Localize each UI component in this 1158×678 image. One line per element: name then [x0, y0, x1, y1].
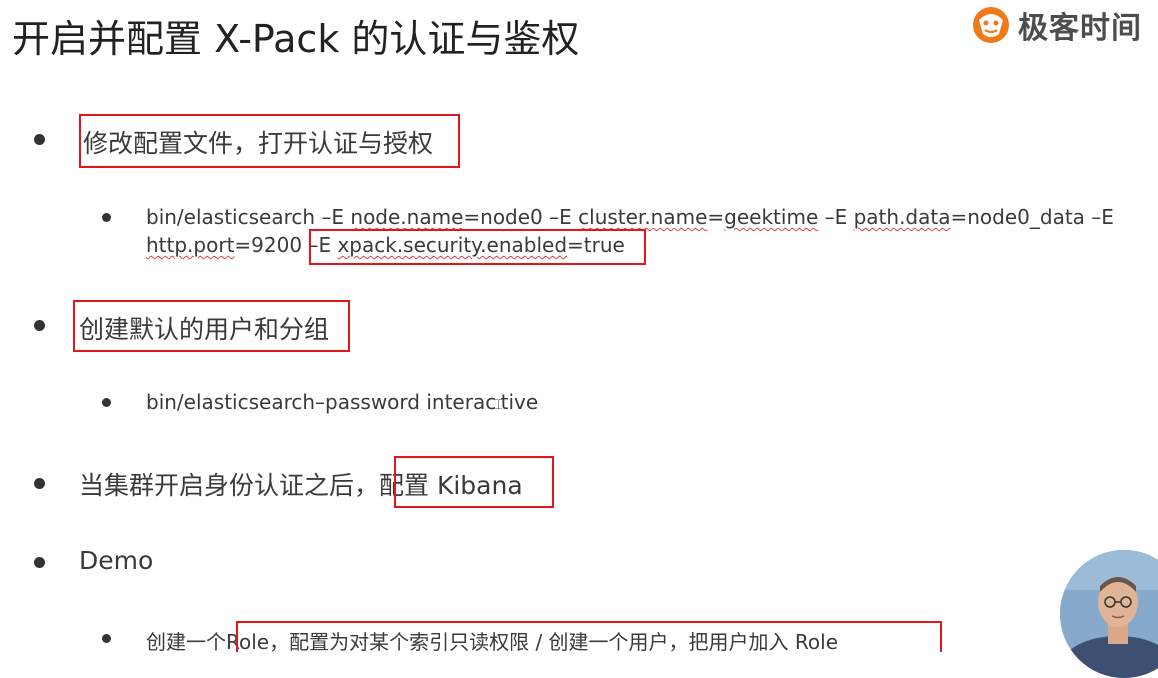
bullet-marker — [34, 478, 45, 489]
logo-text: 极客时间 — [1018, 11, 1142, 46]
sub-item-1-line-2: http.port=9200 –E xpack.security.enabled… — [146, 233, 625, 257]
bullet-item-3: 当集群开启身份认证之后，配置 Kibana — [79, 471, 523, 500]
bullet-item-1: 修改配置文件，打开认证与授权 — [83, 129, 434, 158]
bullet-marker — [34, 320, 45, 331]
presenter-avatar-icon — [1060, 550, 1158, 678]
bullet-marker — [34, 557, 45, 568]
geektime-logo-icon — [973, 7, 1009, 43]
sub-bullet-marker — [102, 213, 111, 222]
sub-bullet-marker — [102, 398, 111, 407]
bullet-item-2: 创建默认的用户和分组 — [79, 315, 330, 344]
sub-bullet-marker — [102, 634, 111, 643]
sub-item-2: bin/elasticsearch–password interac⌶tive — [146, 390, 539, 414]
bullet-marker — [34, 134, 45, 145]
sub-item-1-line-1: bin/elasticsearch –E node.name=node0 –E … — [146, 205, 1114, 229]
bullet-item-4: Demo — [79, 546, 154, 575]
slide-title: 开启并配置 X-Pack 的认证与鉴权 — [12, 17, 580, 61]
sub-item-4: 创建一个Role，配置为对某个索引只读权限 / 创建一个用户，把用户加入 Rol… — [146, 630, 839, 654]
brand-logo: 极客时间 — [970, 2, 1142, 48]
presenter-video — [1060, 550, 1158, 678]
